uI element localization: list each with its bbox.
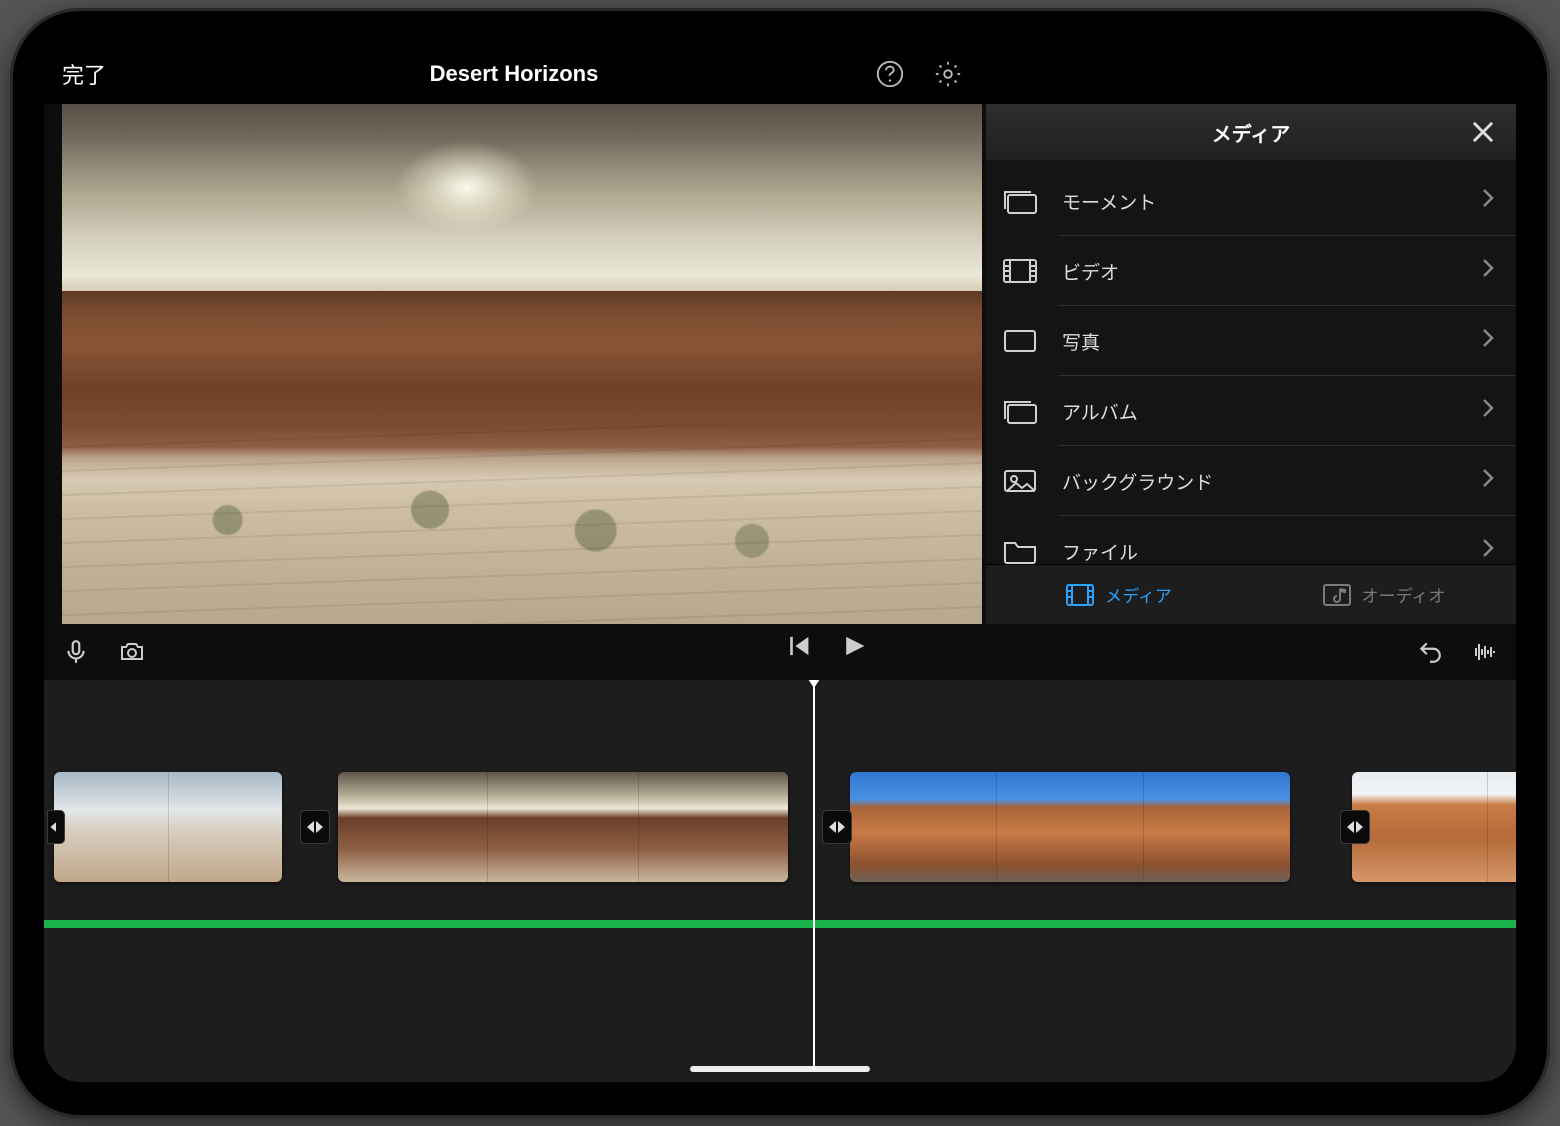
media-item-label: アルバム xyxy=(1062,398,1138,425)
chevron-right-icon xyxy=(1482,328,1494,354)
camera-icon[interactable] xyxy=(118,638,146,666)
screen: 完了 Desert Horizons xyxy=(44,44,1516,1082)
video-clip[interactable] xyxy=(850,772,1290,882)
tab-audio[interactable]: オーディオ xyxy=(1251,565,1516,624)
media-panel: メディア xyxy=(986,104,1516,624)
video-clip[interactable] xyxy=(338,772,788,882)
play-icon[interactable] xyxy=(840,632,868,660)
photo-icon xyxy=(1000,326,1040,356)
chevron-right-icon xyxy=(1482,258,1494,284)
transition-button[interactable] xyxy=(822,810,852,844)
playhead[interactable] xyxy=(813,680,815,1070)
folder-icon xyxy=(1000,536,1040,564)
video-clip[interactable] xyxy=(1352,772,1516,882)
album-icon xyxy=(1000,396,1040,426)
help-icon[interactable] xyxy=(874,58,906,90)
media-list: モーメント ビデオ xyxy=(986,160,1516,564)
transition-button[interactable] xyxy=(47,810,65,844)
media-item-label: バックグラウンド xyxy=(1062,468,1213,495)
media-item-photo[interactable]: 写真 xyxy=(986,306,1516,376)
video-preview[interactable] xyxy=(62,104,982,624)
media-item-album[interactable]: アルバム xyxy=(986,376,1516,446)
tab-media-label: メディア xyxy=(1105,582,1172,607)
tab-media[interactable]: メディア xyxy=(986,565,1251,624)
audio-track[interactable] xyxy=(44,920,1516,928)
home-indicator xyxy=(690,1066,870,1072)
media-item-label: ビデオ xyxy=(1062,258,1119,285)
skip-back-icon[interactable] xyxy=(784,632,812,660)
chevron-right-icon xyxy=(1482,538,1494,564)
settings-icon[interactable] xyxy=(932,58,964,90)
media-panel-title: メディア xyxy=(1212,118,1291,147)
chevron-right-icon xyxy=(1482,188,1494,214)
transition-button[interactable] xyxy=(1340,810,1370,844)
moments-icon xyxy=(1000,186,1040,216)
media-item-moments[interactable]: モーメント xyxy=(986,166,1516,236)
media-item-file[interactable]: ファイル xyxy=(986,516,1516,564)
media-item-video[interactable]: ビデオ xyxy=(986,236,1516,306)
video-icon xyxy=(1000,256,1040,286)
close-icon[interactable] xyxy=(1470,119,1496,145)
project-title: Desert Horizons xyxy=(44,61,984,87)
chevron-right-icon xyxy=(1482,468,1494,494)
video-clip[interactable] xyxy=(54,772,282,882)
media-item-background[interactable]: バックグラウンド xyxy=(986,446,1516,516)
microphone-icon[interactable] xyxy=(62,638,90,666)
chevron-right-icon xyxy=(1482,398,1494,424)
transition-button[interactable] xyxy=(300,810,330,844)
media-item-label: 写真 xyxy=(1062,328,1100,355)
media-tabs: メディア オーディオ xyxy=(986,564,1516,624)
media-item-label: ファイル xyxy=(1062,538,1138,565)
tab-audio-label: オーディオ xyxy=(1362,582,1446,607)
video-track[interactable] xyxy=(44,768,1516,886)
timeline[interactable] xyxy=(44,680,1516,1082)
waveform-icon[interactable] xyxy=(1470,638,1498,666)
media-item-label: モーメント xyxy=(1062,188,1156,215)
media-panel-header: メディア xyxy=(986,104,1516,160)
ipad-device: 完了 Desert Horizons xyxy=(10,8,1550,1118)
background-icon xyxy=(1000,466,1040,496)
undo-icon[interactable] xyxy=(1416,638,1444,666)
timeline-toolbar xyxy=(44,624,1516,680)
app-header: 完了 Desert Horizons xyxy=(44,44,1516,104)
